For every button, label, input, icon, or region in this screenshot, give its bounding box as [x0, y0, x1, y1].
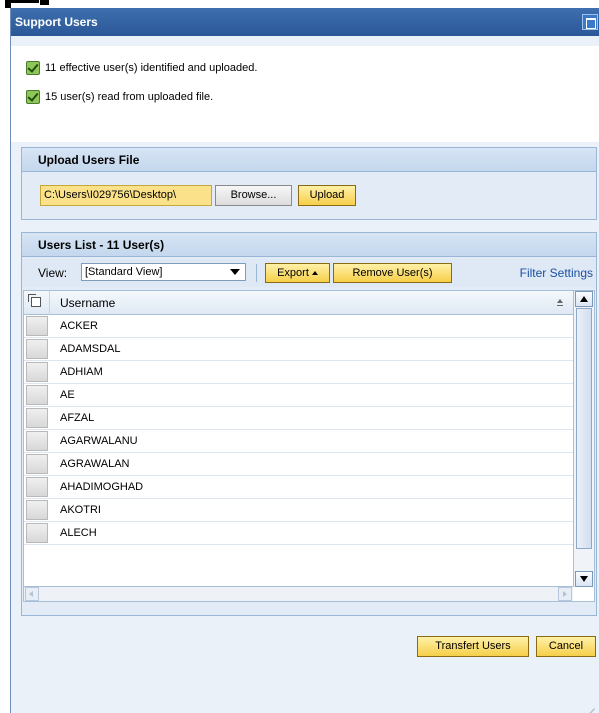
- table-row[interactable]: ALECH: [24, 522, 573, 545]
- message-item: 11 effective user(s) identified and uplo…: [26, 59, 257, 77]
- dialog-title: Support Users: [15, 15, 98, 29]
- username-cell: AGARWALANU: [60, 435, 138, 447]
- select-all-icon: [28, 294, 41, 307]
- table-row[interactable]: AE: [24, 384, 573, 407]
- vertical-scrollbar[interactable]: [573, 291, 594, 587]
- username-cell: AHADIMOGHAD: [60, 481, 144, 493]
- browse-button[interactable]: Browse...: [215, 185, 292, 206]
- upload-button[interactable]: Upload: [298, 185, 356, 206]
- column-header-username[interactable]: Username: [60, 296, 115, 310]
- view-selected-value: [Standard View]: [85, 266, 163, 278]
- row-selector[interactable]: [26, 454, 48, 474]
- scroll-right-icon[interactable]: [558, 587, 572, 601]
- view-label: View:: [38, 266, 68, 280]
- file-path-input[interactable]: C:\Users\I029756\Desktop\: [40, 185, 212, 206]
- maximize-icon[interactable]: [582, 14, 598, 30]
- sort-icon[interactable]: [557, 299, 563, 306]
- table-toolbar: View: [Standard View] Export Remove User…: [22, 259, 596, 287]
- horizontal-scrollbar[interactable]: [24, 586, 573, 601]
- username-cell: ALECH: [60, 527, 97, 539]
- username-cell: ADHIAM: [60, 366, 103, 378]
- toolbar-divider: [256, 264, 257, 282]
- cancel-button[interactable]: Cancel: [536, 636, 596, 657]
- menu-arrow-icon: [311, 271, 318, 276]
- export-button[interactable]: Export: [265, 263, 330, 283]
- message-item: 15 user(s) read from uploaded file.: [26, 88, 213, 106]
- scroll-thumb[interactable]: [576, 308, 592, 549]
- row-selector[interactable]: [26, 408, 48, 428]
- username-cell: AFZAL: [60, 412, 95, 424]
- upload-users-panel: Upload Users File C:\Users\I029756\Deskt…: [21, 147, 597, 220]
- row-selector[interactable]: [26, 339, 48, 359]
- message-text: 15 user(s) read from uploaded file.: [45, 91, 214, 103]
- remove-users-button[interactable]: Remove User(s): [333, 263, 452, 283]
- users-list-panel: Users List - 11 User(s) View: [Standard …: [21, 232, 597, 616]
- table-row[interactable]: ADHIAM: [24, 361, 573, 384]
- filter-settings-link[interactable]: Filter Settings: [520, 266, 593, 280]
- row-selector[interactable]: [26, 362, 48, 382]
- row-selector[interactable]: [26, 477, 48, 497]
- support-users-dialog: Support Users 11 effective user(s) ident…: [10, 8, 599, 713]
- scroll-up-icon[interactable]: [575, 291, 593, 307]
- message-area: 11 effective user(s) identified and uplo…: [11, 46, 599, 142]
- table-row[interactable]: AGRAWALAN: [24, 453, 573, 476]
- username-cell: AE: [60, 389, 75, 401]
- username-cell: AKOTRI: [60, 504, 101, 516]
- row-selector[interactable]: [26, 316, 48, 336]
- export-label: Export: [277, 267, 309, 279]
- scroll-left-icon[interactable]: [25, 587, 39, 601]
- scroll-down-icon[interactable]: [575, 571, 593, 587]
- select-all-cell[interactable]: [24, 291, 50, 315]
- row-selector[interactable]: [26, 385, 48, 405]
- table-row[interactable]: ADAMSDAL: [24, 338, 573, 361]
- resize-grip-icon[interactable]: [583, 697, 595, 709]
- table-header: Username: [24, 291, 573, 315]
- chevron-down-icon: [230, 269, 240, 275]
- view-select[interactable]: [Standard View]: [81, 263, 246, 281]
- table-row[interactable]: AHADIMOGHAD: [24, 476, 573, 499]
- dialog-titlebar[interactable]: Support Users: [11, 8, 599, 36]
- users-table: Username ACKER ADAMSDAL ADHIAM AE AFZAL …: [23, 290, 595, 602]
- row-selector[interactable]: [26, 500, 48, 520]
- background-fragment: [40, 0, 49, 5]
- table-row[interactable]: ACKER: [24, 315, 573, 338]
- table-row[interactable]: AFZAL: [24, 407, 573, 430]
- row-selector[interactable]: [26, 523, 48, 543]
- background-window-edge: [0, 0, 599, 8]
- success-check-icon: [26, 90, 40, 104]
- panel-heading: Upload Users File: [22, 148, 596, 172]
- username-cell: ACKER: [60, 320, 98, 332]
- table-body: ACKER ADAMSDAL ADHIAM AE AFZAL AGARWALAN…: [24, 315, 573, 545]
- transfer-users-button[interactable]: Transfert Users: [417, 636, 529, 657]
- table-row[interactable]: AKOTRI: [24, 499, 573, 522]
- background-fragment: [11, 0, 39, 3]
- panel-heading: Users List - 11 User(s): [22, 233, 596, 257]
- table-row[interactable]: AGARWALANU: [24, 430, 573, 453]
- username-cell: AGRAWALAN: [60, 458, 130, 470]
- row-selector[interactable]: [26, 431, 48, 451]
- username-cell: ADAMSDAL: [60, 343, 121, 355]
- message-text: 11 effective user(s) identified and uplo…: [45, 62, 258, 74]
- success-check-icon: [26, 61, 40, 75]
